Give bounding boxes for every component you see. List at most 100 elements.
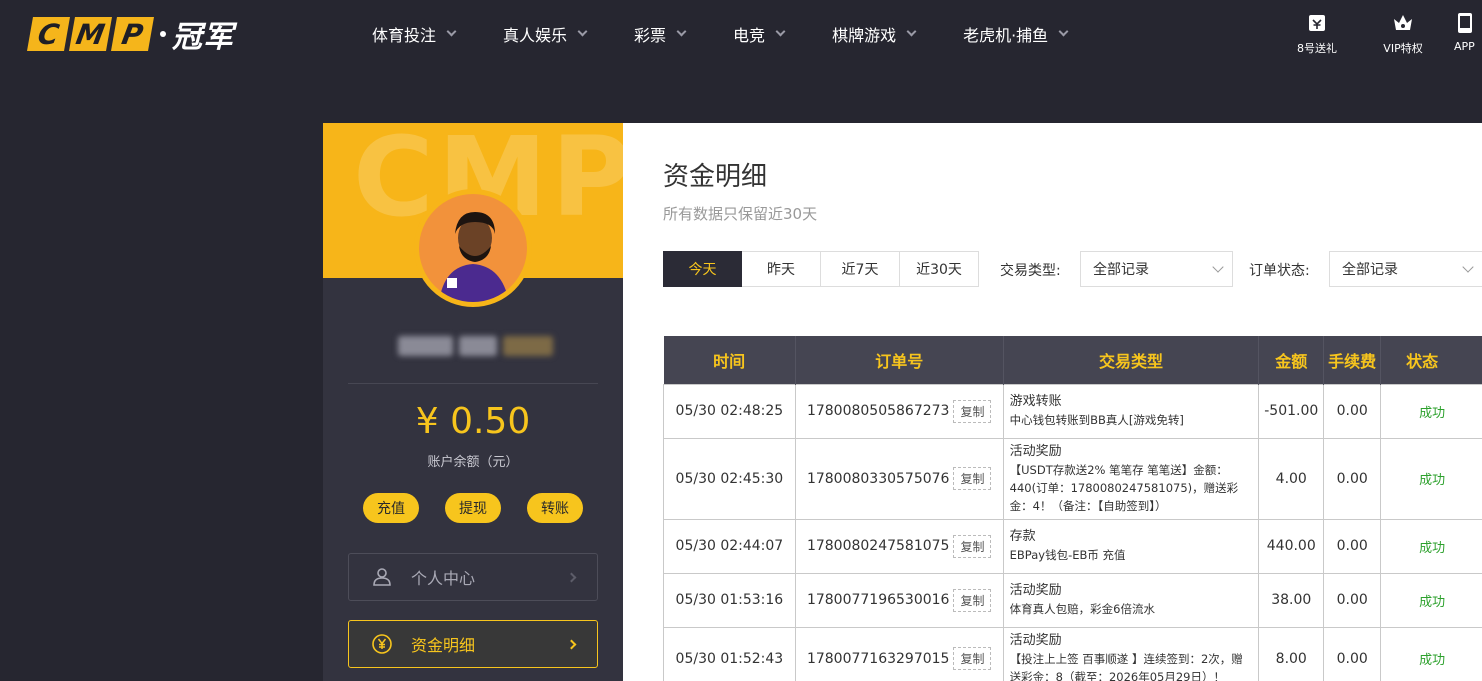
app-link[interactable]: APP (1454, 12, 1482, 53)
copy-button[interactable]: 复制 (953, 467, 992, 490)
cell-amount: 8.00 (1258, 626, 1325, 681)
copy-button[interactable]: 复制 (953, 588, 992, 612)
column-header-order: 订单号 (795, 336, 1004, 384)
chevron-down-icon (1462, 261, 1474, 273)
transfer-button[interactable]: 转账 (527, 493, 583, 523)
phone-icon (1458, 13, 1472, 33)
cell-amount: 440.00 (1258, 518, 1325, 574)
divider (348, 383, 598, 384)
cell-order: 1780080247581075 复制 (794, 518, 1004, 574)
column-header-type: 交易类型 (1003, 336, 1260, 384)
tab-last-7-days[interactable]: 近7天 (821, 251, 900, 287)
cell-status: 成功 (1380, 572, 1482, 628)
chevron-down-icon (775, 26, 786, 37)
cell-fee: 0.00 (1323, 572, 1382, 628)
status-badge: 成功 (1419, 473, 1446, 488)
nav-card-games[interactable]: 棋牌游戏 (832, 22, 917, 46)
cell-amount: 38.00 (1258, 572, 1325, 628)
transaction-type-label: 交易类型: (1000, 263, 1061, 279)
cell-status: 成功 (1380, 437, 1482, 520)
menu-fund-details[interactable]: 资金明细 (348, 620, 598, 668)
cell-status: 成功 (1380, 626, 1482, 681)
nav-label: 真人娱乐 (503, 26, 568, 45)
menu-personal-center[interactable]: 个人中心 (348, 553, 598, 601)
chevron-down-icon (446, 26, 457, 37)
order-status-label: 订单状态: (1249, 263, 1310, 279)
logo-letter-p: P (111, 17, 154, 51)
column-header-time: 时间 (663, 336, 796, 384)
copy-button[interactable]: 复制 (953, 534, 992, 558)
vip-link-label: VIP特权 (1383, 42, 1423, 55)
cell-type: 活动奖励 【USDT存款送2% 笔笔存 笔笔送】金额：440(订单：1780080… (1002, 437, 1260, 520)
cell-time: 05/30 02:45:30 (663, 437, 796, 520)
blur-chip (503, 336, 553, 356)
avatar[interactable] (414, 189, 532, 307)
deposit-button[interactable]: 充值 (363, 493, 419, 523)
copy-button[interactable]: 复制 (953, 399, 992, 423)
type-title: 游戏转账 (1009, 394, 1062, 409)
chevron-right-icon (566, 572, 577, 582)
gift-ticket-icon (1309, 15, 1325, 31)
date-range-tabs: 今天 昨天 近7天 近30天 (663, 251, 979, 287)
gift-link-label: 8号送礼 (1297, 42, 1337, 55)
cell-type: 活动奖励【投注上上签 百事顺遂 】连续签到：2次，赠送彩金：8（截至：2026年… (1002, 626, 1260, 681)
type-detail: 【投注上上签 百事顺遂 】连续签到：2次，赠送彩金：8（截至：2026年05月2… (1009, 651, 1243, 681)
table-row: 05/30 02:45:30 1780080330575076 复制 活动奖励 【U… (663, 437, 1482, 520)
nav-lottery[interactable]: 彩票 (634, 22, 687, 46)
order-status-select[interactable]: 全部记录 (1329, 251, 1482, 287)
blur-chip (459, 336, 497, 356)
copy-button[interactable]: 复制 (953, 647, 992, 670)
app-link-label: APP (1454, 40, 1475, 53)
cell-order: 1780077196530016 复制 (794, 572, 1004, 628)
type-title: 活动奖励 (1009, 583, 1062, 598)
page-title: 资金明细 (663, 162, 768, 192)
type-title: 活动奖励 (1009, 632, 1062, 648)
nav-label: 棋牌游戏 (832, 26, 897, 45)
cmp-logo[interactable]: C M P 冠军 (27, 14, 234, 55)
nav-label: 体育投注 (372, 26, 437, 45)
cell-order: 1780077163297015 复制 (794, 626, 1004, 681)
order-number: 1780077163297015 (806, 650, 950, 667)
nav-live-casino[interactable]: 真人娱乐 (503, 22, 588, 46)
chevron-down-icon (676, 26, 687, 37)
nav-esports[interactable]: 电竞 (733, 22, 786, 46)
balance-amount: ¥ 0.50 (415, 401, 531, 442)
gift-link[interactable]: 8号送礼 (1292, 12, 1342, 56)
cell-amount: 4.00 (1258, 437, 1325, 520)
cell-fee: 0.00 (1323, 437, 1382, 520)
withdraw-button[interactable]: 提现 (445, 493, 501, 523)
page-subtitle: 所有数据只保留近30天 (663, 205, 818, 223)
cell-status: 成功 (1380, 383, 1482, 439)
transaction-type-select[interactable]: 全部记录 (1080, 251, 1233, 287)
cell-order: 1780080330575076 复制 (794, 437, 1004, 520)
logo-dot (160, 31, 166, 37)
cell-amount: -501.00 (1258, 383, 1325, 439)
chevron-down-icon (906, 26, 917, 37)
chevron-down-icon (1058, 26, 1069, 37)
column-header-amount: 金额 (1258, 336, 1325, 384)
status-badge: 成功 (1419, 594, 1446, 610)
order-number: 1780080505867273 (806, 403, 950, 419)
logo-cn-text: 冠军 (172, 20, 234, 55)
cell-fee: 0.00 (1323, 518, 1382, 574)
cell-type: 活动奖励 体育真人包赔，彩金6倍流水 (1002, 572, 1260, 628)
tab-last-30-days[interactable]: 近30天 (900, 251, 979, 287)
cell-time: 05/30 02:48:25 (663, 383, 796, 439)
nav-sports[interactable]: 体育投注 (372, 22, 457, 46)
tab-today[interactable]: 今天 (663, 251, 742, 287)
select-value: 全部记录 (1342, 262, 1398, 278)
column-header-status: 状态 (1380, 336, 1482, 384)
select-value: 全部记录 (1093, 262, 1149, 278)
status-badge: 成功 (1419, 540, 1446, 556)
logo-letter-c: C (27, 17, 70, 51)
column-header-fee: 手续费 (1323, 336, 1382, 384)
tab-yesterday[interactable]: 昨天 (742, 251, 821, 287)
table-row: 05/30 02:44:07 1780080247581075 复制 存款 EBPa… (663, 518, 1482, 574)
yen-circle-icon (372, 634, 392, 654)
nav-slots-fishing[interactable]: 老虎机·捕鱼 (963, 22, 1069, 46)
vip-link[interactable]: VIP特权 (1378, 12, 1428, 56)
username-redacted (393, 333, 558, 359)
user-icon (373, 568, 391, 586)
table-row: 05/30 01:52:43 1780077163297015 复制 活动奖励 【投… (663, 626, 1482, 681)
cell-time: 05/30 01:53:16 (663, 572, 796, 628)
